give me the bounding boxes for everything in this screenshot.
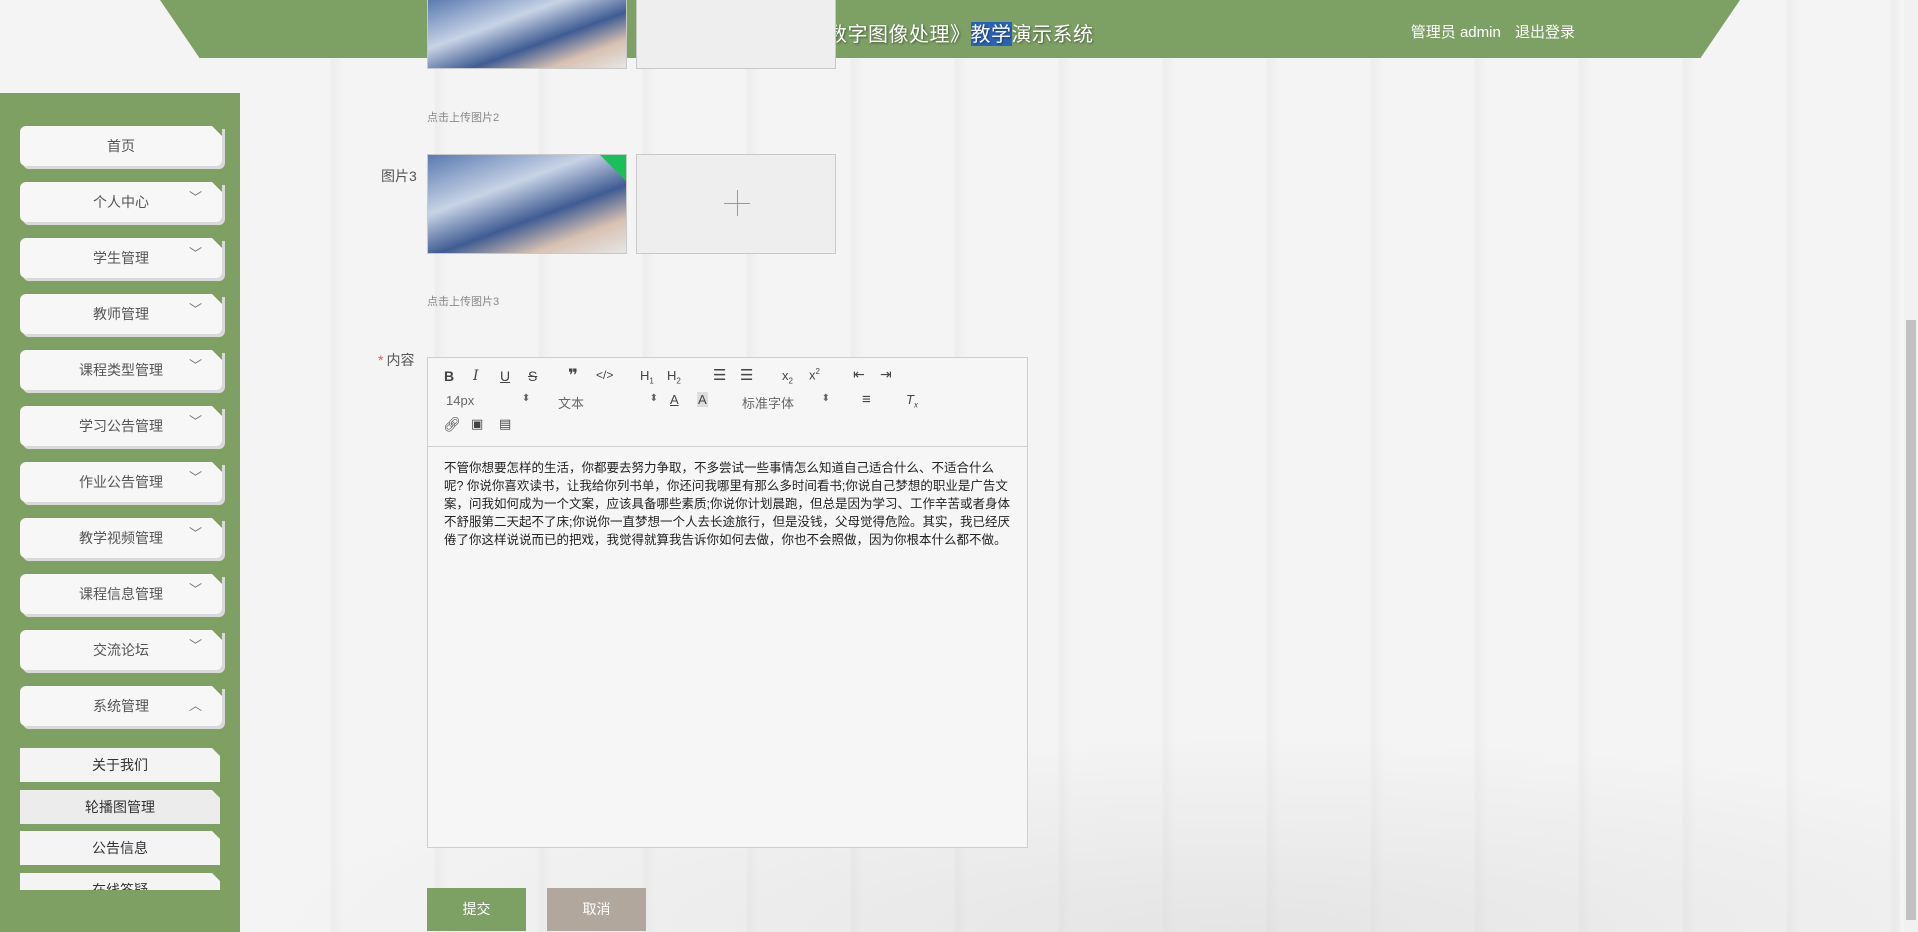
blockquote-icon[interactable]: ❞ [568, 366, 578, 386]
sidebar-subitem-about[interactable]: 关于我们 [20, 748, 220, 782]
sidebar-item-homework-notices[interactable]: 作业公告管理 ﹀ [20, 462, 222, 502]
sidebar-subitem-label: 在线答疑 [92, 882, 148, 890]
upload-hint-image2: 点击上传图片2 [427, 112, 500, 124]
user-area: 管理员 admin 退出登录 [1411, 21, 1575, 42]
sidebar-item-profile[interactable]: 个人中心 ﹀ [20, 182, 222, 222]
sidebar-subitem-online-qa[interactable]: 在线答疑 [20, 873, 220, 890]
select-arrows-icon: ⬍ [521, 393, 531, 404]
editor-toolbar: B I U S ❞ </> H1 H2 ☰ ☰ x2 x2 ⇤ ⇥ 14px ⬍ … [428, 358, 1027, 447]
top-header: 《数字图像处理》教学演示系统 管理员 admin 退出登录 [160, 0, 1740, 58]
sidebar-item-label: 系统管理 [93, 698, 149, 714]
font-family-value: 标准字体 [742, 396, 795, 411]
image-icon[interactable]: ▣ [471, 416, 483, 432]
image2-upload-box[interactable] [636, 0, 836, 69]
sidebar-item-label: 课程类型管理 [79, 362, 163, 378]
underline-icon[interactable]: U [500, 368, 510, 384]
sidebar-item-label: 教师管理 [93, 306, 149, 322]
content-label: * 内容 [378, 350, 414, 370]
sidebar-item-label: 首页 [107, 138, 135, 154]
sidebar-item-label: 交流论坛 [93, 642, 149, 658]
upload-hint-image3: 点击上传图片3 [427, 296, 500, 308]
heading2-icon[interactable]: H2 [667, 368, 681, 386]
chevron-down-icon: ﹀ [188, 638, 202, 653]
text-color-icon[interactable]: A [670, 392, 679, 407]
sidebar-item-label: 学习公告管理 [79, 418, 163, 434]
ordered-list-icon[interactable]: ☰ [713, 366, 726, 384]
chevron-down-icon: ﹀ [188, 190, 202, 205]
superscript-icon[interactable]: x2 [809, 367, 820, 382]
font-size-value: 14px [446, 393, 475, 408]
sidebar-subitem-label: 轮播图管理 [85, 799, 155, 815]
align-icon[interactable]: ≡ [862, 391, 871, 408]
rich-text-editor: B I U S ❞ </> H1 H2 ☰ ☰ x2 x2 ⇤ ⇥ 14px ⬍ … [427, 357, 1028, 848]
bold-icon[interactable]: B [444, 368, 454, 384]
font-size-select[interactable]: 14px ⬍ [446, 393, 530, 408]
chevron-down-icon: ﹀ [188, 470, 202, 485]
sidebar-item-teaching-videos[interactable]: 教学视频管理 ﹀ [20, 518, 222, 558]
app-title-part: 演示系统 [1011, 22, 1094, 46]
sidebar-item-label: 个人中心 [93, 194, 149, 210]
sidebar-item-study-notices[interactable]: 学习公告管理 ﹀ [20, 406, 222, 446]
page-scrollbar[interactable] [1904, 0, 1918, 932]
sidebar-item-course-types[interactable]: 课程类型管理 ﹀ [20, 350, 222, 390]
sidebar-subitem-announcements[interactable]: 公告信息 [20, 831, 220, 865]
background-color-icon[interactable]: A [697, 392, 708, 407]
user-label: 管理员 admin [1410, 24, 1501, 41]
video-icon[interactable]: ▤ [499, 416, 511, 432]
chevron-up-icon: ︿ [188, 698, 202, 713]
sidebar-subitem-label: 公告信息 [92, 840, 148, 856]
plus-icon [637, 155, 835, 253]
sidebar-item-label: 作业公告管理 [79, 474, 163, 490]
italic-icon[interactable]: I [473, 368, 479, 384]
chevron-down-icon: ﹀ [188, 414, 202, 429]
heading1-icon[interactable]: H1 [640, 368, 654, 386]
sidebar-item-label: 教学视频管理 [79, 530, 163, 546]
cancel-button[interactable]: 取消 [547, 888, 646, 931]
sidebar-item-system[interactable]: 系统管理 ︿ [20, 686, 222, 726]
indent-icon[interactable]: ⇥ [880, 366, 892, 383]
outdent-icon[interactable]: ⇤ [853, 366, 865, 383]
chevron-down-icon: ﹀ [188, 302, 202, 317]
required-mark: * [378, 352, 384, 368]
image3-thumbnail[interactable] [427, 154, 627, 254]
chevron-down-icon: ﹀ [188, 582, 202, 597]
content-label-text: 内容 [386, 352, 415, 368]
sidebar-item-course-info[interactable]: 课程信息管理 ﹀ [20, 574, 222, 614]
app-title-highlight: 教学 [970, 22, 1012, 46]
sidebar-item-students[interactable]: 学生管理 ﹀ [20, 238, 222, 278]
sidebar-item-teachers[interactable]: 教师管理 ﹀ [20, 294, 222, 334]
sidebar-item-label: 学生管理 [93, 250, 149, 266]
block-type-value: 文本 [558, 396, 585, 411]
sidebar-subitem-carousel[interactable]: 轮播图管理 [20, 790, 220, 824]
strike-icon[interactable]: S [528, 368, 537, 384]
link-icon[interactable]: 🔗︎ [443, 416, 461, 433]
select-arrows-icon: ⬍ [821, 393, 831, 404]
chevron-down-icon: ﹀ [188, 358, 202, 373]
chevron-down-icon: ﹀ [188, 526, 202, 541]
select-arrows-icon: ⬍ [649, 393, 659, 404]
bullet-list-icon[interactable]: ☰ [740, 366, 753, 384]
image3-label: 图片3 [381, 168, 417, 184]
image2-thumbnail[interactable] [427, 0, 627, 69]
scrollbar-thumb[interactable] [1906, 320, 1916, 920]
block-type-select[interactable]: 文本 ⬍ [558, 393, 658, 412]
sidebar-item-home[interactable]: 首页 [20, 126, 222, 166]
submit-button[interactable]: 提交 [427, 888, 526, 931]
font-family-select[interactable]: 标准字体 ⬍ [742, 393, 830, 412]
sidebar-item-forum[interactable]: 交流论坛 ﹀ [20, 630, 222, 670]
chevron-down-icon: ﹀ [188, 246, 202, 261]
sidebar-item-label: 课程信息管理 [79, 586, 163, 602]
clear-format-icon[interactable]: Tx [906, 392, 918, 410]
sidebar-subitem-label: 关于我们 [92, 757, 148, 773]
logout-link[interactable]: 退出登录 [1515, 24, 1575, 41]
editor-content[interactable]: 不管你想要怎样的生活，你都要去努力争取，不多尝试一些事情怎么知道自己适合什么、不… [444, 459, 1012, 549]
code-icon[interactable]: </> [596, 368, 613, 382]
subscript-icon[interactable]: x2 [782, 368, 793, 386]
selected-corner-icon [600, 155, 626, 181]
image3-upload-box[interactable] [636, 154, 836, 254]
